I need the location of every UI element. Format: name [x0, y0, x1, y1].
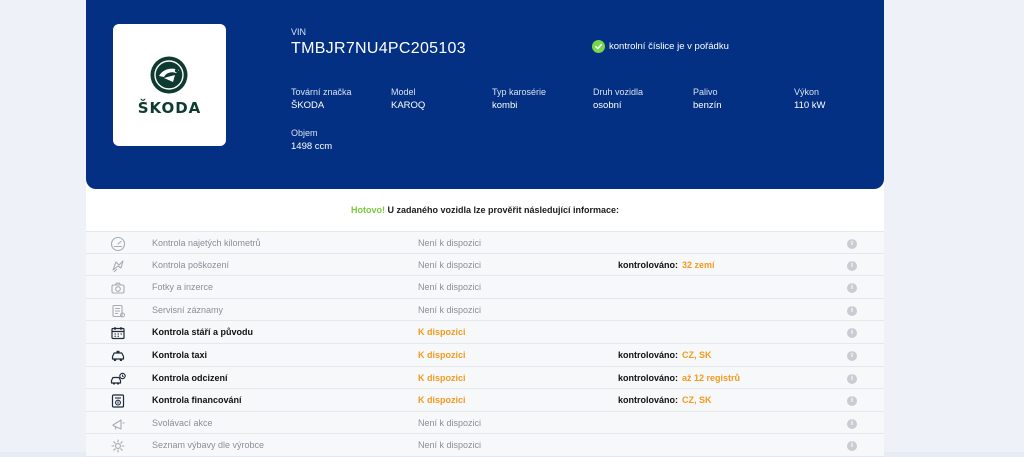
brand-logo-text: ŠKODA [137, 99, 202, 117]
brand-logo: ŠKODA [113, 24, 226, 146]
spec-label: Tovární značka [291, 87, 352, 97]
spec-displacement: Objem 1498 ccm [291, 128, 332, 152]
check-availability: Není k dispozici [418, 417, 482, 428]
spec-label: Model [391, 87, 416, 97]
page-background-left [0, 0, 86, 457]
table-row: Kontrola taxi K dispozici kontrolováno: CZ,… [86, 343, 884, 367]
check-name: Kontrola poškození [152, 259, 230, 270]
check-availability: Není k dispozici [418, 282, 482, 293]
spec-label: Objem [291, 128, 318, 138]
coverage-label: kontrolováno: [618, 372, 678, 383]
vin-check-text: kontrolní číslice je v pořádku [609, 41, 729, 52]
vin-check: kontrolní číslice je v pořádku [592, 40, 729, 53]
table-row: Svolávací akce Není k dispozici i [86, 411, 884, 435]
spec-label: Typ karosérie [492, 87, 547, 97]
check-coverage: kontrolováno: až 12 registrů [618, 373, 740, 383]
camera-icon [111, 282, 125, 294]
spec-value: KAROQ [391, 100, 426, 111]
check-availability: Není k dispozici [418, 304, 482, 315]
info-icon[interactable]: i [847, 239, 857, 249]
spec-value: benzín [693, 100, 722, 111]
check-coverage: kontrolováno: 32 zemí [618, 260, 715, 270]
coverage-label: kontrolováno: [618, 259, 678, 270]
check-name: Kontrola odcizení [152, 372, 228, 383]
damage-icon [112, 260, 124, 272]
table-row: Kontrola stáří a původu K dispozici i [86, 321, 884, 344]
recall-icon [112, 419, 125, 430]
check-name: Fotky a inzerce [152, 282, 214, 293]
info-icon[interactable]: i [847, 418, 857, 429]
service-book-icon [112, 304, 125, 318]
table-row: Fotky a inzerce Není k dispozici i [86, 276, 884, 299]
info-icon[interactable]: i [847, 283, 857, 294]
info-icon[interactable]: i [847, 396, 857, 407]
check-name: Servisní záznamy [152, 304, 224, 315]
spec-value: 1498 ccm [291, 141, 333, 152]
coverage-value: CZ, SK [682, 395, 712, 406]
check-coverage: kontrolováno: CZ, SK [618, 350, 712, 360]
skoda-emblem-icon [150, 56, 188, 94]
spec-value: ŠKODA [291, 100, 325, 111]
coverage-value: CZ, SK [682, 349, 712, 360]
theft-icon [110, 372, 126, 385]
results-heading-done: Hotovo! [350, 205, 385, 215]
check-name: Kontrola najetých kilometrů [152, 238, 261, 248]
coverage-value: až 12 registrů [682, 372, 741, 383]
check-availability: Není k dispozici [418, 259, 482, 270]
coverage-value: 32 zemí [682, 259, 715, 270]
table-row: Kontrola najetých kilometrů Není k dispoz… [86, 231, 884, 254]
table-row: Seznam výbavy dle výrobce Není k dispozic… [86, 434, 884, 457]
table-row: Kontrola financování K dispozici kontrolov… [86, 389, 884, 412]
check-availability: K dispozici [418, 349, 466, 360]
info-icon[interactable]: i [847, 373, 857, 384]
spec-brand: Tovární značka ŠKODA [291, 87, 352, 111]
spec-body-type: Typ karosérie kombi [492, 87, 546, 111]
checks-table: Kontrola najetých kilometrů Není k dispoz… [86, 231, 884, 457]
spec-value: kombi [492, 100, 518, 111]
equipment-icon [111, 439, 125, 453]
check-availability: K dispozici [418, 327, 466, 338]
finance-icon [111, 394, 125, 408]
info-icon[interactable]: i [847, 260, 857, 271]
check-circle-icon [592, 40, 605, 53]
spec-label: Palivo [693, 87, 718, 97]
coverage-label: kontrolováno: [618, 395, 678, 406]
check-availability: K dispozici [418, 372, 466, 383]
info-icon[interactable]: i [847, 441, 857, 452]
results-heading: Hotovo! U zadaného vozidla lze prověřit … [86, 205, 884, 215]
taxi-icon [111, 350, 125, 362]
spec-fuel: Palivo benzín [693, 87, 722, 111]
check-name: Kontrola taxi [152, 349, 208, 360]
vehicle-card: ŠKODA VIN TMBJR7NU4PC205103 kontrolní čí… [86, 0, 884, 189]
check-availability: Není k dispozici [418, 238, 482, 248]
calendar-icon [111, 327, 125, 340]
spec-value: osobní [593, 100, 622, 111]
spec-model: Model KAROQ [391, 87, 425, 111]
spec-label: Druh vozidla [593, 87, 644, 97]
vin-label: VIN [291, 27, 307, 37]
check-name: Seznam výbavy dle výrobce [152, 440, 265, 451]
check-coverage: kontrolováno: CZ, SK [618, 395, 712, 405]
table-row: Servisní záznamy Není k dispozici i [86, 298, 884, 322]
coverage-label: kontrolováno: [618, 349, 678, 360]
info-icon[interactable]: i [847, 350, 857, 361]
results-heading-text: U zadaného vozidla lze prověřit následuj… [387, 205, 620, 215]
table-row: Kontrola poškození Není k dispozici kontro… [86, 253, 884, 277]
spec-label: Výkon [794, 87, 820, 97]
check-availability: Není k dispozici [418, 440, 482, 451]
odometer-icon [110, 236, 126, 252]
check-name: Svolávací akce [152, 417, 213, 428]
spec-vehicle-kind: Druh vozidla osobní [593, 87, 643, 111]
spec-power: Výkon 110 kW [794, 87, 826, 111]
spec-value: 110 kW [794, 100, 826, 111]
check-availability: K dispozici [418, 395, 466, 406]
info-icon[interactable]: i [847, 305, 857, 316]
check-name: Kontrola financování [152, 395, 242, 406]
check-name: Kontrola stáří a původu [152, 327, 254, 338]
page-background-right [884, 0, 1024, 457]
info-icon[interactable]: i [847, 328, 857, 339]
vin-value: TMBJR7NU4PC205103 [291, 40, 466, 57]
table-row: Kontrola odcizení K dispozici kontrolováno… [86, 366, 884, 390]
